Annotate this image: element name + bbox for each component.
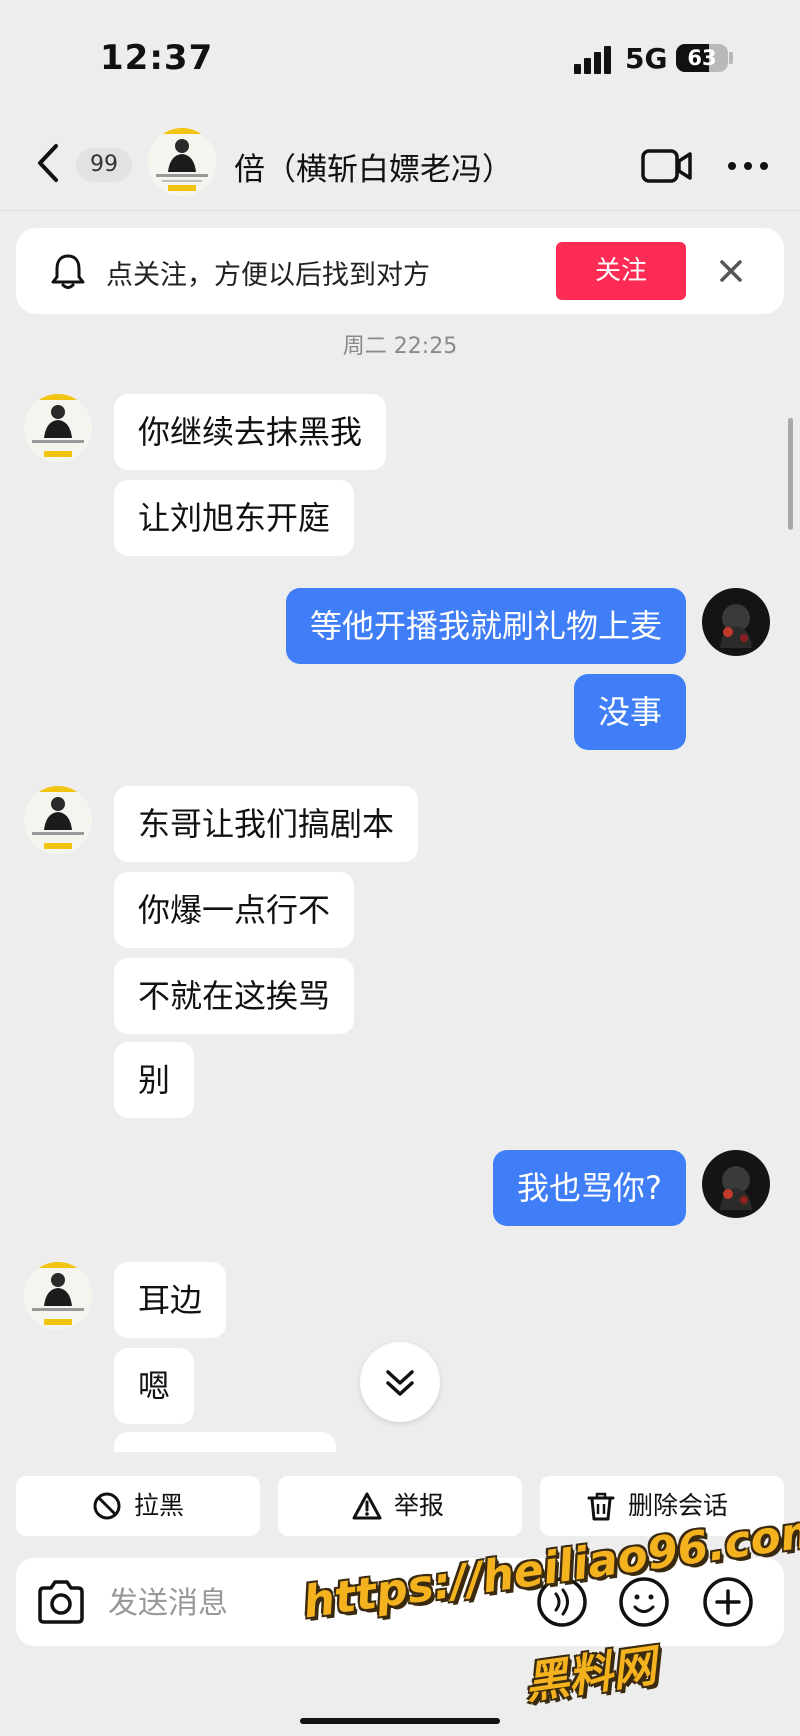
plus-icon[interactable] xyxy=(702,1576,754,1628)
message-bubble-incoming[interactable]: 不就在这挨骂 xyxy=(114,958,355,1034)
unread-count-badge[interactable]: 99 xyxy=(76,148,132,182)
chat-header: 99 倍（横斩白嫖老冯） xyxy=(0,118,800,210)
bell-icon xyxy=(50,252,86,290)
block-button[interactable]: 拉黑 xyxy=(16,1476,260,1536)
message-bubble-incoming[interactable]: 别 xyxy=(114,1042,195,1118)
report-button[interactable]: 举报 xyxy=(278,1476,522,1536)
header-divider xyxy=(0,210,800,211)
follow-banner-text: 点关注，方便以后找到对方 xyxy=(106,260,430,291)
block-label: 拉黑 xyxy=(134,1491,185,1520)
message-bubble-incoming[interactable]: 耳边 xyxy=(114,1262,227,1338)
self-message-avatar[interactable] xyxy=(702,1150,770,1218)
network-type: 5G xyxy=(625,42,668,75)
message-bubble-outgoing[interactable]: 我也骂你? xyxy=(493,1150,686,1226)
self-message-avatar[interactable] xyxy=(702,588,770,656)
report-label: 举报 xyxy=(394,1491,445,1520)
chevron-double-down-icon xyxy=(386,1370,414,1396)
message-timestamp: 周二 22:25 xyxy=(342,334,458,359)
status-bar: 12:37 5G 63 xyxy=(0,0,800,110)
battery-level: 63 xyxy=(687,46,717,70)
trash-icon xyxy=(586,1491,616,1521)
message-bubble-incoming[interactable]: 让刘旭东开庭 xyxy=(114,480,355,556)
message-bubble-incoming[interactable]: 嗯 xyxy=(114,1348,195,1424)
contact-message-avatar[interactable] xyxy=(24,786,92,854)
status-time: 12:37 xyxy=(100,38,214,78)
message-bubble-incoming[interactable]: 你继续去抹黑我 xyxy=(114,394,387,470)
battery-cap xyxy=(729,52,733,64)
follow-banner: 点关注，方便以后找到对方 关注 xyxy=(16,228,784,314)
message-bubble-outgoing[interactable]: 等他开播我就刷礼物上麦 xyxy=(285,588,686,664)
contact-message-avatar[interactable] xyxy=(24,394,92,462)
message-bubble-outgoing[interactable]: 没事 xyxy=(573,674,686,750)
video-call-icon[interactable] xyxy=(640,146,694,186)
battery-icon: 63 xyxy=(676,44,728,72)
back-icon[interactable] xyxy=(30,140,70,186)
contact-message-avatar[interactable] xyxy=(24,1262,92,1330)
follow-button[interactable]: 关注 xyxy=(556,242,686,300)
home-indicator xyxy=(300,1718,500,1724)
delete-conversation-label: 删除会话 xyxy=(628,1491,729,1520)
more-icon[interactable] xyxy=(724,146,772,186)
block-icon xyxy=(92,1491,122,1521)
message-bubble-incoming[interactable]: 东哥让我们搞剧本 xyxy=(114,786,419,862)
scrollbar[interactable] xyxy=(788,418,793,530)
camera-icon[interactable] xyxy=(36,1578,86,1626)
close-icon[interactable] xyxy=(714,254,748,288)
emoji-icon[interactable] xyxy=(618,1576,670,1628)
contact-avatar[interactable] xyxy=(148,128,216,196)
warning-icon xyxy=(352,1491,382,1521)
message-bubble-incoming[interactable]: 你爆一点行不 xyxy=(114,872,355,948)
scroll-to-bottom-button[interactable] xyxy=(360,1342,440,1422)
contact-name[interactable]: 倍（横斩白嫖老冯） xyxy=(234,144,513,189)
signal-icon xyxy=(574,44,614,74)
